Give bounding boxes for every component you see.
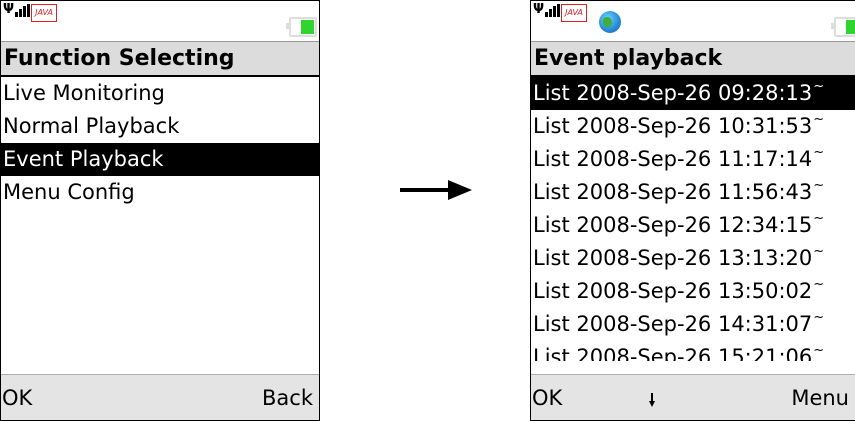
- event-suffix: ~: [813, 178, 825, 193]
- menu-item-live-monitoring[interactable]: Live Monitoring: [1, 77, 319, 110]
- page-title: Function Selecting: [1, 41, 319, 77]
- event-list-item[interactable]: List 2008-Sep-26 10:31:53~: [531, 110, 855, 143]
- event-label: List 2008-Sep-26 15:21:06: [533, 345, 813, 361]
- event-suffix: ~: [813, 277, 825, 292]
- globe-icon: [599, 11, 621, 33]
- ok-softkey[interactable]: OK: [532, 375, 562, 420]
- event-suffix: ~: [813, 211, 825, 226]
- menu-item-normal-playback[interactable]: Normal Playback: [1, 110, 319, 143]
- battery-icon: [831, 17, 855, 37]
- softkey-bar: OK Back: [1, 374, 319, 420]
- event-label: List 2008-Sep-26 13:50:02: [533, 279, 813, 303]
- event-list-item[interactable]: List 2008-Sep-26 09:28:13~: [531, 77, 855, 110]
- right-phone-screen: Ψ JAVA Event playback List 2008-Sep-26 0…: [530, 0, 855, 421]
- event-suffix: ~: [813, 112, 825, 127]
- menu-item-event-playback[interactable]: Event Playback: [1, 143, 319, 176]
- java-icon: JAVA: [31, 4, 57, 22]
- event-list-item[interactable]: List 2008-Sep-26 12:34:15~: [531, 209, 855, 242]
- event-list-item[interactable]: List 2008-Sep-26 15:21:06~: [531, 341, 855, 361]
- ok-softkey[interactable]: OK: [2, 375, 32, 420]
- event-list-item[interactable]: List 2008-Sep-26 11:56:43~: [531, 176, 855, 209]
- event-list-item[interactable]: List 2008-Sep-26 14:31:07~: [531, 308, 855, 341]
- signal-strength-icon: Ψ: [3, 3, 31, 17]
- softkey-bar: OK Menu: [531, 374, 855, 420]
- event-list: List 2008-Sep-26 09:28:13~ List 2008-Sep…: [531, 77, 855, 361]
- signal-strength-icon: Ψ: [533, 3, 561, 17]
- event-suffix: ~: [813, 244, 825, 259]
- event-label: List 2008-Sep-26 12:34:15: [533, 213, 813, 237]
- page-title: Event playback: [531, 41, 855, 77]
- event-suffix: ~: [813, 79, 825, 94]
- down-arrow-icon: [649, 393, 655, 407]
- event-label: List 2008-Sep-26 09:28:13: [533, 81, 813, 105]
- event-list-item[interactable]: List 2008-Sep-26 13:13:20~: [531, 242, 855, 275]
- battery-icon: [286, 17, 317, 37]
- event-list-item[interactable]: List 2008-Sep-26 13:50:02~: [531, 275, 855, 308]
- status-bar: Ψ JAVA: [531, 1, 855, 41]
- menu-softkey[interactable]: Menu: [791, 375, 849, 420]
- event-list-item[interactable]: List 2008-Sep-26 11:17:14~: [531, 143, 855, 176]
- status-bar: Ψ JAVA: [1, 1, 319, 41]
- function-menu: Live Monitoring Normal Playback Event Pl…: [1, 77, 319, 209]
- menu-item-menu-config[interactable]: Menu Config: [1, 176, 319, 209]
- java-icon: JAVA: [561, 4, 587, 22]
- event-label: List 2008-Sep-26 13:13:20: [533, 246, 813, 270]
- event-label: List 2008-Sep-26 11:17:14: [533, 147, 813, 171]
- right-arrow-icon: [400, 180, 472, 200]
- event-label: List 2008-Sep-26 11:56:43: [533, 180, 813, 204]
- event-suffix: ~: [813, 145, 825, 160]
- event-label: List 2008-Sep-26 10:31:53: [533, 114, 813, 138]
- back-softkey[interactable]: Back: [262, 375, 313, 420]
- event-suffix: ~: [813, 310, 825, 325]
- event-label: List 2008-Sep-26 14:31:07: [533, 312, 813, 336]
- event-suffix: ~: [813, 343, 825, 358]
- left-phone-screen: Ψ JAVA Function Selecting Live Monitorin…: [0, 0, 320, 421]
